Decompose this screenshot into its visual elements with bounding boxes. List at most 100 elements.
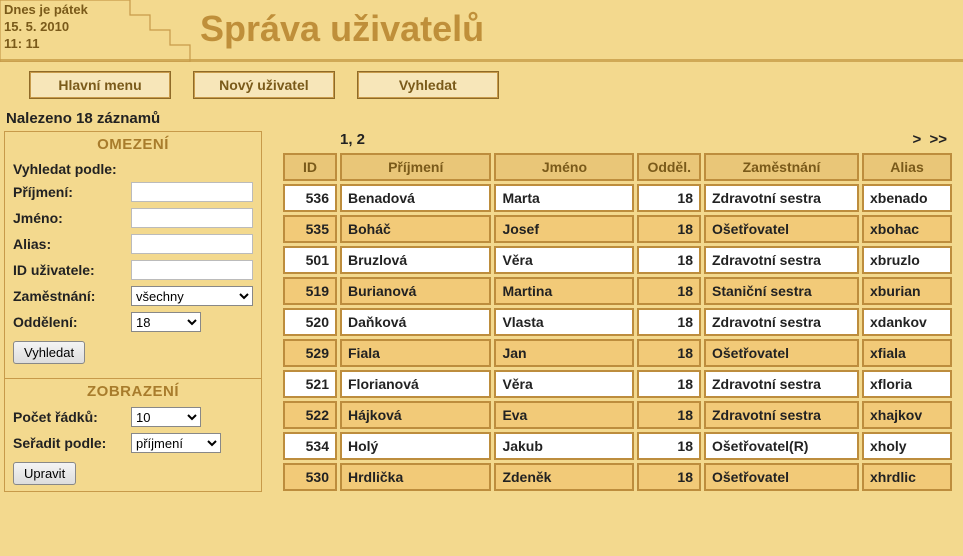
cell-prijmeni: Florianová (340, 370, 491, 398)
menu-row: Hlavní menu Nový uživatel Vyhledat (0, 62, 963, 106)
table-row[interactable]: 520DaňkováVlasta18Zdravotní sestraxdanko… (283, 308, 952, 336)
date-dayname: Dnes je pátek (4, 2, 88, 19)
table-row[interactable]: 501BruzlováVěra18Zdravotní sestraxbruzlo (283, 246, 952, 274)
th-jmeno[interactable]: Jméno (494, 153, 634, 181)
cell-zamestnani: Zdravotní sestra (704, 401, 859, 429)
cell-jmeno: Martina (494, 277, 634, 305)
cell-id: 519 (283, 277, 337, 305)
cell-prijmeni: Hájková (340, 401, 491, 429)
cell-id: 530 (283, 463, 337, 491)
table-row[interactable]: 519BurianováMartina18Staniční sestraxbur… (283, 277, 952, 305)
cell-id: 520 (283, 308, 337, 336)
cell-id: 529 (283, 339, 337, 367)
cell-zamestnani: Ošetřovatel (704, 339, 859, 367)
cell-jmeno: Josef (494, 215, 634, 243)
display-header: ZOBRAZENÍ (5, 379, 261, 404)
table-row[interactable]: 535BoháčJosef18Ošetřovatelxbohac (283, 215, 952, 243)
table-row[interactable]: 530HrdličkaZdeněk18Ošetřovatelxhrdlic (283, 463, 952, 491)
id-uzivatele-input[interactable] (131, 260, 253, 280)
cell-alias: xfloria (862, 370, 952, 398)
cell-alias: xfiala (862, 339, 952, 367)
pocet-radku-select[interactable]: 10 (131, 407, 201, 427)
cell-prijmeni: Burianová (340, 277, 491, 305)
table-row[interactable]: 522HájkováEva18Zdravotní sestraxhajkov (283, 401, 952, 429)
seradit-podle-label: Seřadit podle: (13, 435, 106, 451)
cell-alias: xbohac (862, 215, 952, 243)
table-row[interactable]: 534HolýJakub18Ošetřovatel(R)xholy (283, 432, 952, 460)
cell-oddel: 18 (637, 215, 701, 243)
oddeleni-select[interactable]: 18 (131, 312, 201, 332)
cell-oddel: 18 (637, 308, 701, 336)
th-prijmeni[interactable]: Příjmení (340, 153, 491, 181)
cell-jmeno: Marta (494, 184, 634, 212)
pocet-radku-label: Počet řádků: (13, 409, 98, 425)
cell-id: 535 (283, 215, 337, 243)
filter-panel: OMEZENÍ Vyhledat podle: Příjmení: Jméno:… (4, 131, 262, 492)
prijmeni-input[interactable] (131, 182, 253, 202)
header-area: Dnes je pátek 15. 5. 2010 11: 11 Správa … (0, 0, 963, 62)
cell-alias: xburian (862, 277, 952, 305)
cell-alias: xbruzlo (862, 246, 952, 274)
cell-jmeno: Jan (494, 339, 634, 367)
time-value: 11: 11 (4, 36, 88, 53)
cell-alias: xhajkov (862, 401, 952, 429)
th-id[interactable]: ID (283, 153, 337, 181)
cell-alias: xdankov (862, 308, 952, 336)
cell-prijmeni: Boháč (340, 215, 491, 243)
page-title: Správa uživatelů (200, 8, 484, 50)
cell-id: 501 (283, 246, 337, 274)
table-area: 1, 2 > >> ID Příjmení Jméno Odděl. Zaměs… (280, 131, 963, 494)
main-menu-button[interactable]: Hlavní menu (30, 72, 170, 98)
table-row[interactable]: 521FlorianováVěra18Zdravotní sestraxflor… (283, 370, 952, 398)
cell-zamestnani: Ošetřovatel (704, 463, 859, 491)
cell-oddel: 18 (637, 370, 701, 398)
cell-jmeno: Jakub (494, 432, 634, 460)
cell-id: 521 (283, 370, 337, 398)
pager-next[interactable]: > (913, 131, 922, 148)
search-button-top[interactable]: Vyhledat (358, 72, 498, 98)
seradit-podle-select[interactable]: příjmení (131, 433, 221, 453)
cell-alias: xholy (862, 432, 952, 460)
table-row[interactable]: 536BenadováMarta18Zdravotní sestraxbenad… (283, 184, 952, 212)
cell-oddel: 18 (637, 246, 701, 274)
cell-jmeno: Vlasta (494, 308, 634, 336)
cell-oddel: 18 (637, 339, 701, 367)
zamestnani-select[interactable]: všechny (131, 286, 253, 306)
cell-oddel: 18 (637, 432, 701, 460)
alias-label: Alias: (13, 236, 51, 252)
jmeno-input[interactable] (131, 208, 253, 228)
cell-prijmeni: Holý (340, 432, 491, 460)
th-oddel[interactable]: Odděl. (637, 153, 701, 181)
cell-id: 536 (283, 184, 337, 212)
th-alias[interactable]: Alias (862, 153, 952, 181)
id-uzivatele-label: ID uživatele: (13, 262, 95, 278)
upravit-button[interactable]: Upravit (13, 462, 76, 485)
cell-oddel: 18 (637, 277, 701, 305)
cell-zamestnani: Zdravotní sestra (704, 308, 859, 336)
vyhledat-button[interactable]: Vyhledat (13, 341, 85, 364)
date-box: Dnes je pátek 15. 5. 2010 11: 11 (4, 2, 88, 53)
pager-last[interactable]: >> (929, 131, 947, 148)
pager-pages[interactable]: 1, 2 (340, 131, 365, 148)
filter-header: OMEZENÍ (5, 132, 261, 157)
cell-prijmeni: Hrdlička (340, 463, 491, 491)
table-header-row: ID Příjmení Jméno Odděl. Zaměstnání Alia… (283, 153, 952, 181)
cell-alias: xbenado (862, 184, 952, 212)
table-row[interactable]: 529FialaJan18Ošetřovatelxfiala (283, 339, 952, 367)
jmeno-label: Jméno: (13, 210, 63, 226)
oddeleni-label: Oddělení: (13, 314, 78, 330)
cell-zamestnani: Zdravotní sestra (704, 184, 859, 212)
cell-zamestnani: Zdravotní sestra (704, 370, 859, 398)
cell-alias: xhrdlic (862, 463, 952, 491)
cell-id: 534 (283, 432, 337, 460)
new-user-button[interactable]: Nový uživatel (194, 72, 334, 98)
zamestnani-label: Zaměstnání: (13, 288, 95, 304)
cell-prijmeni: Daňková (340, 308, 491, 336)
prijmeni-label: Příjmení: (13, 184, 73, 200)
cell-zamestnani: Staniční sestra (704, 277, 859, 305)
th-zamestnani[interactable]: Zaměstnání (704, 153, 859, 181)
cell-id: 522 (283, 401, 337, 429)
alias-input[interactable] (131, 234, 253, 254)
cell-oddel: 18 (637, 184, 701, 212)
cell-oddel: 18 (637, 401, 701, 429)
